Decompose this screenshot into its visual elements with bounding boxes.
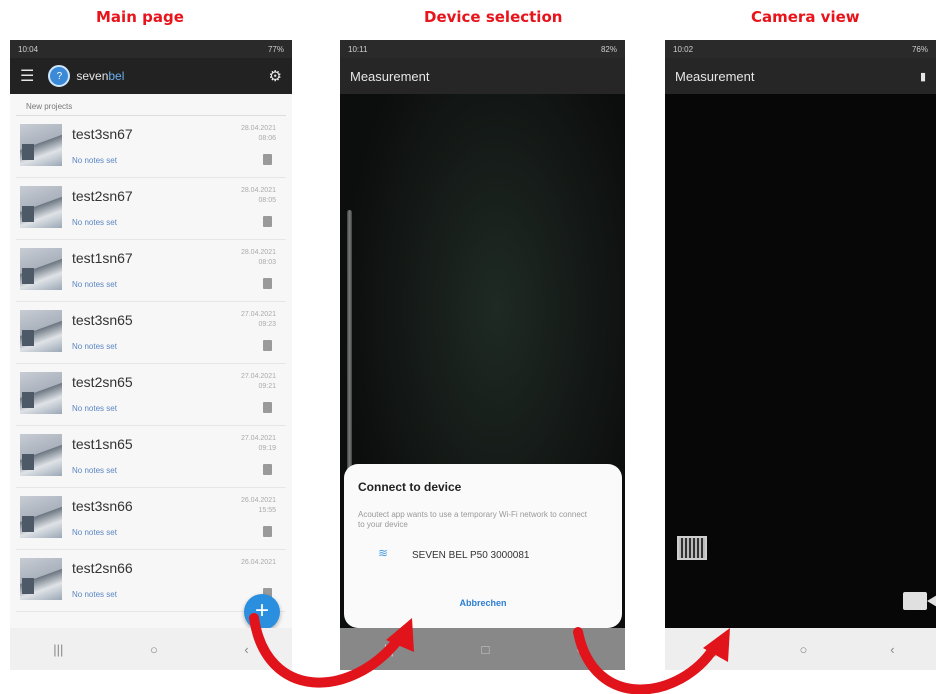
arrow-device-to-camera [573,627,719,694]
flow-arrows [249,613,730,694]
arrow-main-to-device [249,613,403,688]
